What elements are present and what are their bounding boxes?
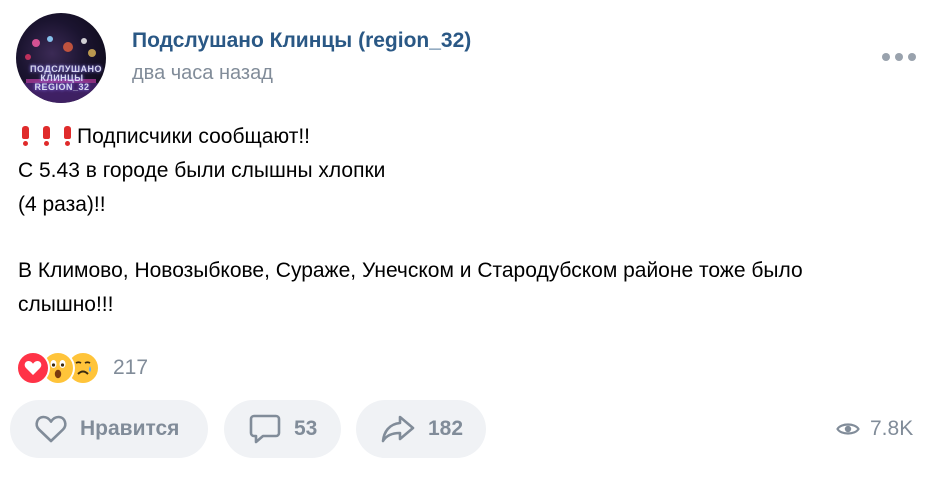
like-button-label: Нравится [80,417,180,440]
comment-button[interactable]: 53 [224,400,341,458]
heart-reaction-icon [16,351,50,385]
post-text-line5: слышно!!! [18,293,114,316]
post-text-line4: В Климово, Новозыбкове, Сураже, Унечском… [18,259,803,282]
post-text: Подписчики сообщают!! С 5.43 в городе бы… [18,120,933,322]
shares-count: 182 [428,417,464,440]
post-text-line1: Подписчики сообщают!! [77,125,311,148]
share-arrow-icon [381,415,415,443]
more-options-icon[interactable] [882,50,916,64]
like-button[interactable]: Нравится [10,400,208,458]
post-timestamp[interactable]: два часа назад [132,62,273,85]
share-button[interactable]: 182 [356,400,486,458]
comment-icon [249,414,281,444]
views-count: 7.8K [870,417,914,440]
reactions-count: 217 [113,356,149,379]
author-name-link[interactable]: Подслушано Клинцы (region_32) [132,29,471,53]
heart-outline-icon [35,415,67,443]
post-text-line2: С 5.43 в городе были слышны хлопки [18,159,386,182]
post-card: ПОДСЛУШАНО КЛИНЦЫ REGION_32 Подслушано К… [0,0,950,486]
avatar-logo-text: ПОДСЛУШАНО КЛИНЦЫ REGION_32 [30,64,102,92]
exclamation-icon [43,125,64,148]
post-text-line: Подписчики сообщают!! [18,120,933,154]
reactions-summary[interactable]: 217 [16,351,149,385]
views-counter: 7.8K [836,414,913,444]
eye-icon [836,423,860,435]
post-text-line3: (4 раза)!! [18,193,106,216]
post-actions-bar: Нравится 53 182 [0,400,950,458]
comments-count: 53 [294,417,318,440]
exclamation-icon [64,125,77,148]
exclamation-icon [22,125,43,148]
community-avatar[interactable]: ПОДСЛУШАНО КЛИНЦЫ REGION_32 [16,13,106,103]
